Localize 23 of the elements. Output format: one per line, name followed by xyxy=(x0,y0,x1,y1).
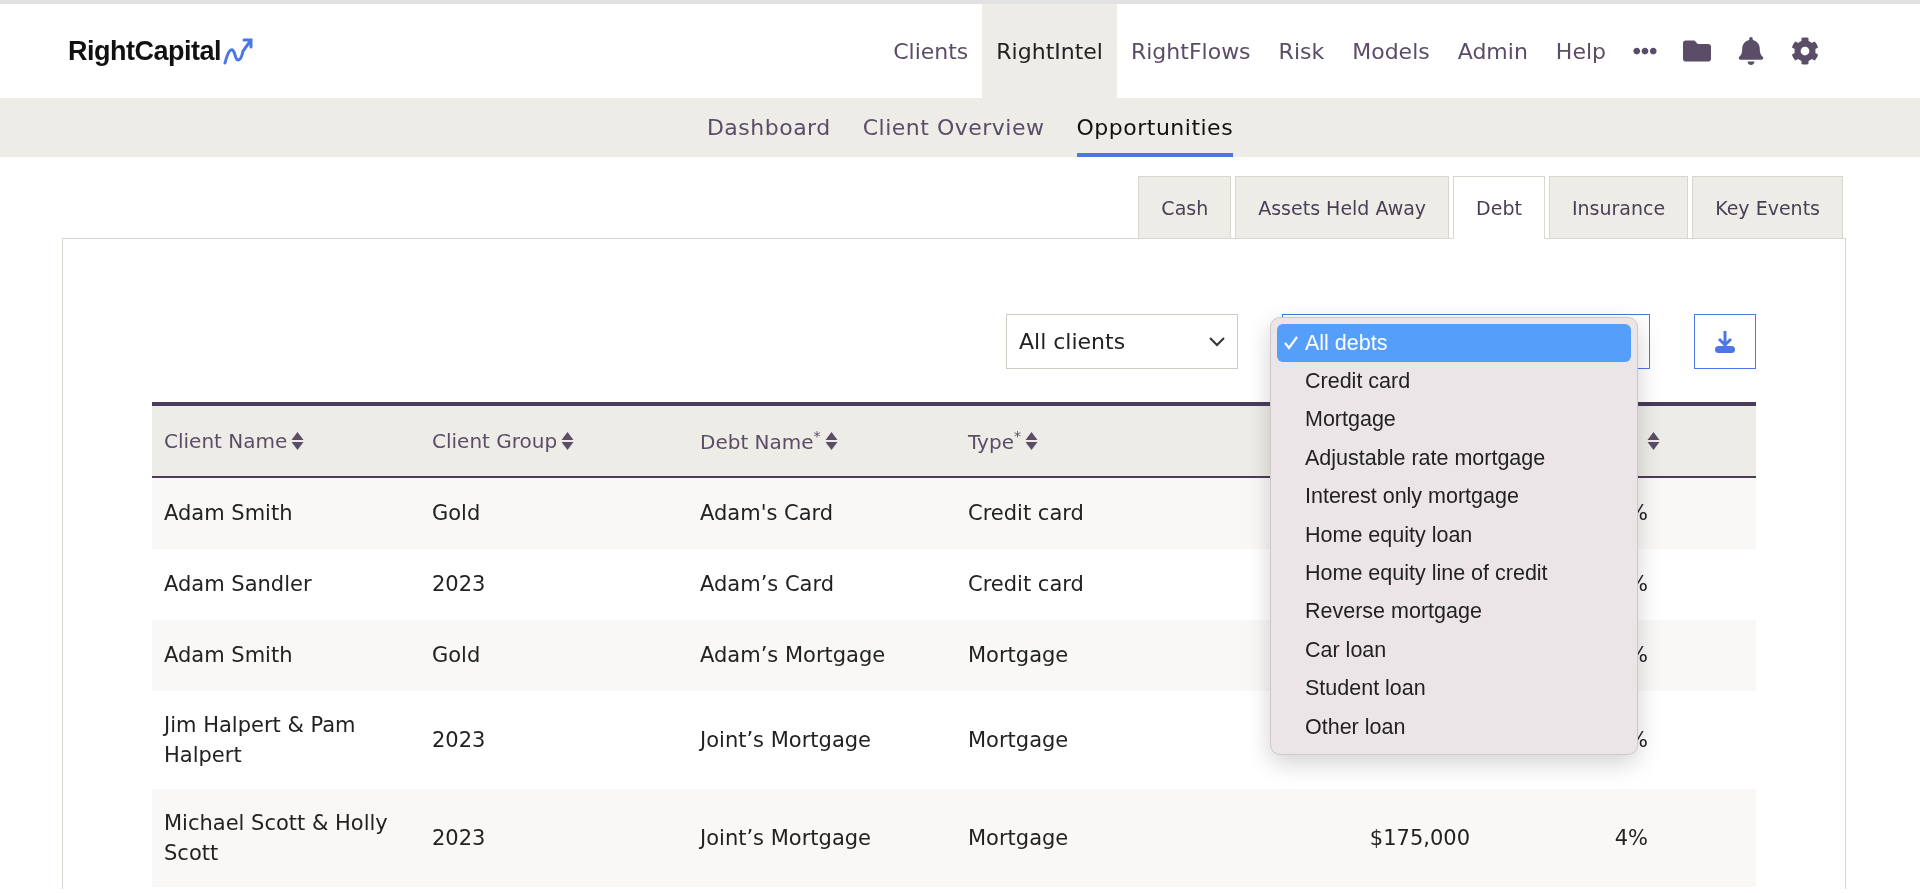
table-cell: Mortgage xyxy=(968,825,1069,850)
table-cell: Credit card xyxy=(968,572,1084,597)
table-cell: Joint’s Mortgage xyxy=(700,727,871,752)
table-cell: 4% xyxy=(1614,825,1648,850)
table-cell: $175,000 xyxy=(1369,825,1470,850)
table-cell: Joint’s Mortgage xyxy=(700,825,871,850)
table-cell: Credit card xyxy=(968,501,1084,526)
table-cell: 2023 xyxy=(432,572,486,597)
brand-name: RightCapital xyxy=(68,35,221,67)
table-cell: Adam’s Card xyxy=(700,572,835,597)
table-cell: Michael Scott & Holly Scott xyxy=(164,810,388,865)
table-cell: Mortgage xyxy=(968,643,1069,668)
table-cell: Adam Sandler xyxy=(164,572,312,597)
table-cell: Gold xyxy=(432,501,481,526)
table-cell: 2023 xyxy=(432,825,486,850)
table-cell: Mortgage xyxy=(968,727,1069,752)
table-cell: Adam's Card xyxy=(700,501,834,526)
table-cell: Adam Smith xyxy=(164,501,293,526)
table-cell: Gold xyxy=(432,643,481,668)
table-cell: Jim Halpert & Pam Halpert xyxy=(164,712,356,767)
table-cell: Adam’s Mortgage xyxy=(700,643,886,668)
table-cell: 2023 xyxy=(432,727,486,752)
table-cell: Adam Smith xyxy=(164,643,293,668)
